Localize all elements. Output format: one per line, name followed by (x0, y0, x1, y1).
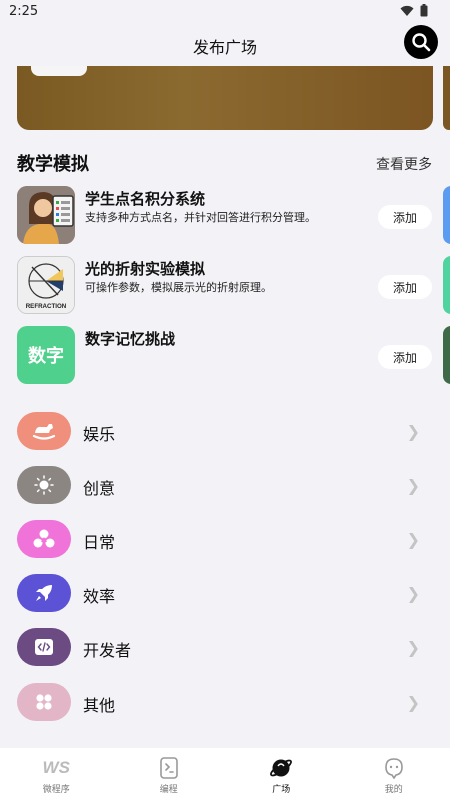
status-time: 2:25 (9, 4, 39, 19)
add-button[interactable]: 添加 (378, 345, 432, 369)
banner-tab (31, 66, 87, 76)
lightbulb-icon (34, 475, 54, 495)
add-button[interactable]: 添加 (378, 205, 432, 229)
add-button[interactable]: 添加 (378, 275, 432, 299)
category-developer[interactable]: 开发者 ❯ (17, 628, 422, 666)
profile-face-icon (383, 756, 405, 780)
category-pill (17, 574, 71, 612)
category-pill (17, 683, 71, 721)
rocking-horse-icon (32, 424, 56, 440)
ws-logo-icon: WS (43, 756, 70, 780)
planet-icon (269, 756, 293, 780)
triangle-circles-icon (33, 529, 55, 548)
chevron-right-icon: ❯ (406, 422, 420, 441)
tab-label: 我的 (384, 785, 403, 795)
app-name: 学生点名积分系统 (85, 190, 206, 208)
app-item-refraction[interactable]: REFRACTION 光的折射实验模拟 可操作参数，模拟展示光的折射原理。 添加 (17, 256, 437, 314)
category-label: 其他 (83, 696, 116, 715)
battery-icon (420, 4, 428, 17)
status-icons (400, 4, 428, 17)
tab-programming[interactable]: 编程 (113, 748, 226, 800)
refraction-icon-label: REFRACTION (26, 303, 67, 310)
category-efficiency[interactable]: 效率 ❯ (17, 574, 422, 612)
chevron-right-icon: ❯ (406, 693, 420, 712)
ws-logo-text: WS (42, 758, 70, 777)
bottom-tab-bar: WS 微程序 编程 广场 我的 (0, 748, 450, 800)
page-title: 发布广场 (192, 38, 257, 57)
app-description: 可操作参数，模拟展示光的折射原理。 (85, 281, 272, 294)
search-icon (412, 33, 431, 52)
category-entertainment[interactable]: 娱乐 ❯ (17, 412, 422, 450)
app-name: 光的折射实验模拟 (85, 260, 206, 278)
chevron-right-icon: ❯ (406, 530, 420, 549)
wifi-icon (400, 5, 414, 16)
rocket-icon (36, 585, 52, 601)
next-card-edge[interactable] (443, 326, 450, 384)
banner-card-next[interactable] (443, 66, 450, 130)
category-label: 日常 (83, 533, 116, 552)
category-label: 创意 (83, 479, 116, 498)
search-button[interactable] (404, 25, 438, 59)
chevron-right-icon: ❯ (406, 476, 420, 495)
category-creative[interactable]: 创意 ❯ (17, 466, 422, 504)
app-description: 支持多种方式点名，并针对回答进行积分管理。 (85, 211, 316, 224)
tab-microprogram[interactable]: WS 微程序 (0, 748, 113, 800)
app-name: 数字记忆挑战 (85, 330, 176, 348)
category-other[interactable]: 其他 ❯ (17, 683, 422, 721)
category-label: 开发者 (83, 641, 132, 660)
number-memory-icon-label: 数字 (28, 346, 64, 367)
category-label: 娱乐 (83, 425, 116, 444)
next-card-edge[interactable] (443, 256, 450, 314)
category-pill (17, 466, 71, 504)
code-icon (35, 639, 53, 655)
category-pill (17, 628, 71, 666)
tab-mine[interactable]: 我的 (338, 748, 450, 800)
app-item-student-rollcall[interactable]: 学生点名积分系统 支持多种方式点名，并针对回答进行积分管理。 添加 (17, 186, 437, 244)
next-card-edge[interactable] (443, 186, 450, 244)
section-title: 教学模拟 (17, 154, 89, 175)
chevron-right-icon: ❯ (406, 584, 420, 603)
banner-card[interactable] (17, 66, 433, 130)
code-file-icon (159, 756, 179, 780)
teacher-icon (17, 186, 75, 244)
tab-label: 微程序 (42, 785, 70, 795)
see-more-link[interactable]: 查看更多 (376, 154, 432, 174)
category-label: 效率 (83, 587, 116, 606)
app-item-number-memory[interactable]: 数字 数字记忆挑战 添加 (17, 326, 437, 384)
tab-plaza[interactable]: 广场 (225, 748, 338, 800)
refraction-icon: REFRACTION (17, 256, 75, 314)
chevron-right-icon: ❯ (406, 638, 420, 657)
tab-label: 编程 (159, 785, 178, 795)
category-pill (17, 412, 71, 450)
tab-label: 广场 (272, 785, 291, 795)
number-memory-icon: 数字 (17, 326, 75, 384)
grid-icon (36, 694, 52, 710)
category-daily[interactable]: 日常 ❯ (17, 520, 422, 558)
status-bar: 2:25 (0, 0, 450, 24)
category-pill (17, 520, 71, 558)
